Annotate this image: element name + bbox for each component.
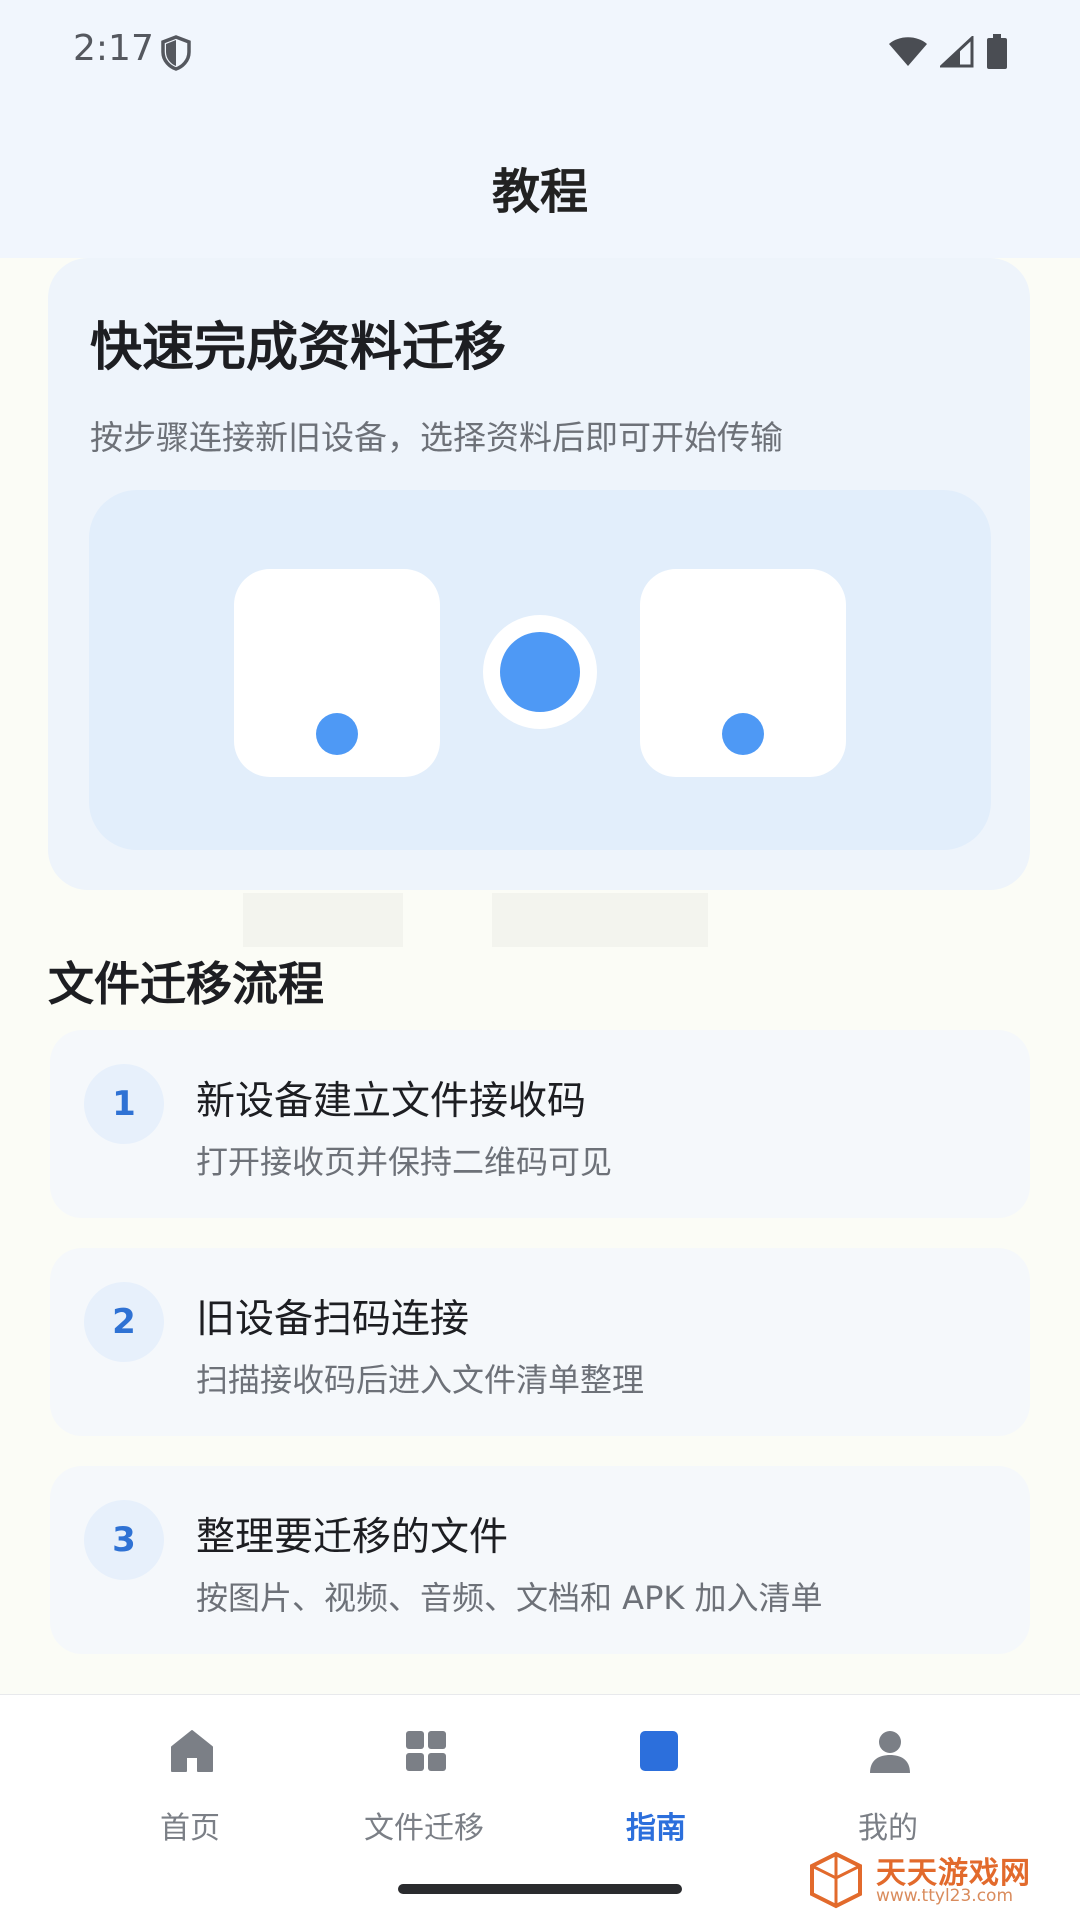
device-dot xyxy=(722,713,764,755)
step-number: 1 xyxy=(84,1064,164,1144)
step-description: 打开接收页并保持二维码可见 xyxy=(196,1143,613,1181)
device-dot xyxy=(316,713,358,755)
watermark-cube-icon xyxy=(810,1851,862,1909)
gesture-home-bar[interactable] xyxy=(398,1884,682,1894)
old-device-icon xyxy=(234,569,440,777)
signal-icon xyxy=(940,36,974,68)
nav-label: 首页 xyxy=(160,1811,220,1846)
home-icon xyxy=(171,1730,213,1772)
faded-placeholder xyxy=(243,893,403,947)
step-description: 按图片、视频、音频、文档和 APK 加入清单 xyxy=(196,1579,823,1617)
step-title: 旧设备扫码连接 xyxy=(196,1297,470,1342)
top-area: 2:17 教程 xyxy=(0,0,1080,258)
step-number: 3 xyxy=(84,1500,164,1580)
step-description: 扫描接收码后进入文件清单整理 xyxy=(196,1361,645,1399)
battery-icon xyxy=(987,34,1007,69)
page-title: 教程 xyxy=(491,164,588,220)
connection-hub-icon xyxy=(483,615,597,729)
nav-item-home[interactable]: 首页 xyxy=(80,1695,300,1846)
grid-icon xyxy=(406,1731,446,1771)
step-title: 整理要迁移的文件 xyxy=(196,1515,509,1560)
status-bar: 2:17 xyxy=(0,0,1080,110)
watermark-logo: 天天游戏网 www.ttyl23.com xyxy=(806,1848,1066,1912)
nav-item-profile[interactable]: 我的 xyxy=(778,1695,998,1846)
nav-item-file-transfer[interactable]: 文件迁移 xyxy=(314,1695,534,1846)
nav-label: 指南 xyxy=(626,1811,686,1846)
hub-core xyxy=(500,632,580,712)
section-title: 文件迁移流程 xyxy=(48,957,324,1011)
status-time: 2:17 xyxy=(73,28,154,69)
nav-item-guide[interactable]: 指南 xyxy=(546,1695,766,1846)
nav-label: 我的 xyxy=(858,1811,918,1846)
shield-icon xyxy=(161,35,191,71)
nav-label: 文件迁移 xyxy=(364,1811,484,1846)
hero-subtitle: 按步骤连接新旧设备，选择资料后即可开始传输 xyxy=(90,418,783,457)
step-card-3: 3 整理要迁移的文件 按图片、视频、音频、文档和 APK 加入清单 xyxy=(50,1466,1030,1654)
step-title: 新设备建立文件接收码 xyxy=(196,1079,587,1124)
step-number: 2 xyxy=(84,1282,164,1362)
status-icons xyxy=(888,34,1008,70)
faded-placeholder xyxy=(492,893,708,947)
guide-icon xyxy=(640,1731,678,1771)
watermark-url: www.ttyl23.com xyxy=(876,1886,1014,1906)
step-card-2: 2 旧设备扫码连接 扫描接收码后进入文件清单整理 xyxy=(50,1248,1030,1436)
hero-title: 快速完成资料迁移 xyxy=(90,318,507,378)
person-icon xyxy=(870,1731,910,1773)
wifi-icon xyxy=(889,37,927,66)
new-device-icon xyxy=(640,569,846,777)
step-card-1: 1 新设备建立文件接收码 打开接收页并保持二维码可见 xyxy=(50,1030,1030,1218)
